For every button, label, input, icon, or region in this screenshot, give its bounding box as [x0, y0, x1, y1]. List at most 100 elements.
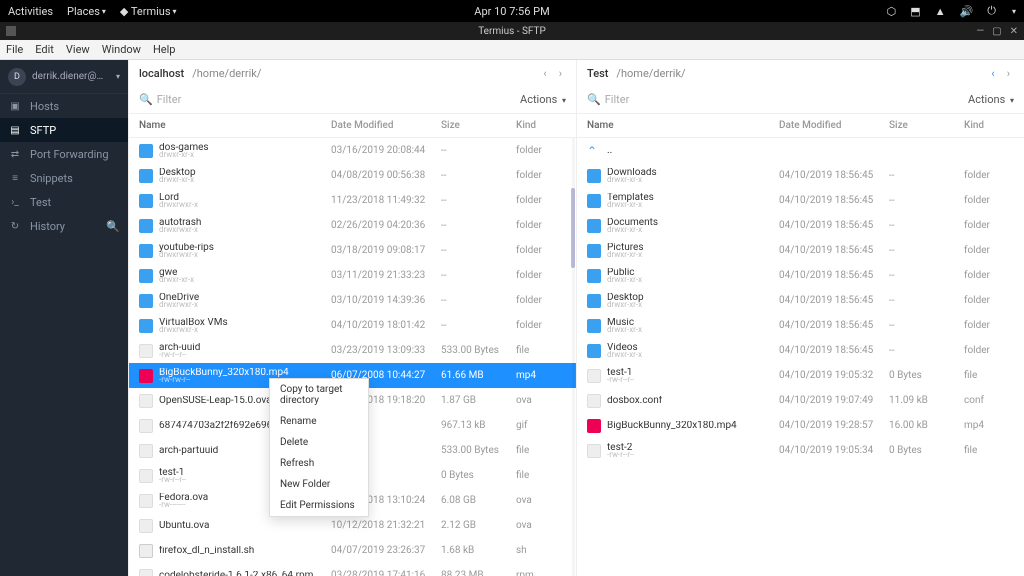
folder-icon — [587, 194, 601, 208]
window-title: Termius - SFTP — [478, 26, 546, 37]
table-row[interactable]: VirtualBox VMsdrwxrwxr-x04/10/2019 18:01… — [129, 313, 576, 338]
tray-volume-icon[interactable]: 🔊 — [960, 5, 974, 18]
window-maximize-button[interactable]: ▢ — [992, 26, 1001, 37]
left-file-list: dos-gamesdrwxr-xr-x03/16/2019 20:08:44--… — [129, 138, 576, 576]
menu-window[interactable]: Window — [102, 43, 141, 56]
clock[interactable]: Apr 10 7:56 PM — [474, 5, 549, 18]
ctx-edit-permissions[interactable]: Edit Permissions — [270, 495, 368, 516]
col-kind[interactable]: Kind — [964, 120, 1014, 131]
nav-forward-button[interactable]: › — [1003, 67, 1014, 80]
app-menu[interactable]: ◆ Termius▾ — [120, 5, 177, 18]
sidebar-item-test[interactable]: ›_Test — [0, 190, 128, 214]
file-size: 11.09 kB — [889, 395, 964, 406]
col-date[interactable]: Date Modified — [331, 120, 441, 131]
nav-back-button[interactable]: ‹ — [539, 67, 550, 80]
app-icon — [6, 26, 16, 36]
file-kind: rpm — [516, 570, 566, 576]
col-name[interactable]: Name — [139, 120, 331, 131]
table-row[interactable]: dos-gamesdrwxr-xr-x03/16/2019 20:08:44--… — [129, 138, 576, 163]
sidebar-item-history[interactable]: ↻History🔍 — [0, 214, 128, 238]
table-row[interactable]: Videosdrwxr-xr-x04/10/2019 18:56:45--fol… — [577, 338, 1024, 363]
table-row[interactable]: Picturesdrwxr-xr-x04/10/2019 18:56:45--f… — [577, 238, 1024, 263]
table-row[interactable]: Desktopdrwxr-xr-x04/08/2019 00:56:38--fo… — [129, 163, 576, 188]
col-size[interactable]: Size — [441, 120, 516, 131]
sidebar-item-sftp[interactable]: ▤SFTP — [0, 118, 128, 142]
left-pane: localhost /home/derrik/ ‹ › 🔍Filter Acti… — [128, 60, 576, 576]
sidebar-item-snippets[interactable]: ≡Snippets — [0, 166, 128, 190]
right-actions-menu[interactable]: Actions ▾ — [968, 93, 1014, 106]
table-row[interactable]: Publicdrwxr-xr-x04/10/2019 18:56:45--fol… — [577, 263, 1024, 288]
scrollbar-track[interactable] — [572, 138, 575, 576]
table-row[interactable]: BigBuckBunny_320x180.mp404/10/2019 19:28… — [577, 413, 1024, 438]
table-row[interactable]: gwedrwxr-xr-x03/11/2019 21:33:23--folder — [129, 263, 576, 288]
table-row[interactable]: Desktopdrwxr-xr-x04/10/2019 18:56:45--fo… — [577, 288, 1024, 313]
table-row[interactable]: dosbox.conf04/10/2019 19:07:4911.09 kBco… — [577, 388, 1024, 413]
activities-button[interactable]: Activities — [8, 5, 53, 18]
table-row[interactable]: OneDrivedrwxrwxr-x03/10/2019 14:39:36--f… — [129, 288, 576, 313]
file-kind: file — [964, 370, 1014, 381]
sidebar-item-port-forwarding[interactable]: ⇄Port Forwarding — [0, 142, 128, 166]
ctx-copy-to-target[interactable]: Copy to target directory — [270, 379, 368, 411]
tray-dropbox-icon[interactable]: ⬡ — [887, 5, 897, 18]
left-actions-menu[interactable]: Actions ▾ — [520, 93, 566, 106]
menu-help[interactable]: Help — [153, 43, 176, 56]
table-row[interactable]: Musicdrwxr-xr-x04/10/2019 18:56:45--fold… — [577, 313, 1024, 338]
ctx-refresh[interactable]: Refresh — [270, 453, 368, 474]
file-name: codelobsteride-1.6.1-2.x86_64.rpm — [159, 571, 313, 576]
file-size: -- — [889, 345, 964, 356]
table-row[interactable]: ⌃.. — [577, 138, 1024, 163]
places-menu[interactable]: Places▾ — [67, 5, 106, 18]
left-filter-input[interactable]: 🔍Filter — [139, 90, 512, 110]
tray-network-icon[interactable]: ▲ — [935, 5, 946, 18]
ctx-rename[interactable]: Rename — [270, 411, 368, 432]
col-date[interactable]: Date Modified — [779, 120, 889, 131]
menu-view[interactable]: View — [66, 43, 90, 56]
context-menu: Copy to target directory Rename Delete R… — [269, 378, 369, 517]
file-permissions: drwxr-xr-x — [159, 176, 196, 184]
menu-edit[interactable]: Edit — [35, 43, 54, 56]
left-path[interactable]: /home/derrik/ — [192, 67, 261, 80]
file-size: 533.00 Bytes — [441, 345, 516, 356]
table-row[interactable]: Downloadsdrwxr-xr-x04/10/2019 18:56:45--… — [577, 163, 1024, 188]
table-row[interactable]: firefox_dl_n_install.sh04/07/2019 23:26:… — [129, 538, 576, 563]
video-file-icon — [587, 419, 601, 433]
file-date: 04/10/2019 18:56:45 — [779, 320, 889, 331]
file-size: -- — [441, 320, 516, 331]
table-row[interactable]: Documentsdrwxr-xr-x04/10/2019 18:56:45--… — [577, 213, 1024, 238]
table-row[interactable]: autotrashdrwxrwxr-x02/26/2019 04:20:36--… — [129, 213, 576, 238]
col-size[interactable]: Size — [889, 120, 964, 131]
table-row[interactable]: Lorddrwxrwxr-x11/23/2018 11:49:32--folde… — [129, 188, 576, 213]
sidebar-item-hosts[interactable]: ▣Hosts — [0, 94, 128, 118]
table-row[interactable]: test-1-rw-r--r--04/10/2019 19:05:320 Byt… — [577, 363, 1024, 388]
window-minimize-button[interactable]: — — [976, 26, 984, 37]
tray-icon[interactable]: ⬒ — [910, 5, 920, 18]
file-size: 2.12 GB — [441, 520, 516, 531]
right-filter-input[interactable]: 🔍Filter — [587, 90, 960, 110]
scrollbar-thumb[interactable] — [571, 188, 575, 268]
file-kind: folder — [964, 220, 1014, 231]
tray-power-icon[interactable]: ⏻ — [987, 4, 996, 18]
right-host[interactable]: Test — [587, 67, 608, 80]
table-row[interactable]: test-2-rw-r--r--04/10/2019 19:05:340 Byt… — [577, 438, 1024, 463]
file-size: -- — [889, 320, 964, 331]
nav-back-button[interactable]: ‹ — [987, 67, 998, 80]
nav-forward-button[interactable]: › — [555, 67, 566, 80]
col-name[interactable]: Name — [587, 120, 779, 131]
snippets-icon: ≡ — [8, 171, 22, 185]
file-date: 04/10/2019 18:01:42 — [331, 320, 441, 331]
right-path[interactable]: /home/derrik/ — [616, 67, 685, 80]
file-permissions: drwxr-xr-x — [607, 301, 644, 309]
col-kind[interactable]: Kind — [516, 120, 566, 131]
table-row[interactable]: arch-uuid-rw-r--r--03/23/2019 13:09:3353… — [129, 338, 576, 363]
ctx-delete[interactable]: Delete — [270, 432, 368, 453]
menu-file[interactable]: File — [6, 43, 23, 56]
table-row[interactable]: Templatesdrwxr-xr-x04/10/2019 18:56:45--… — [577, 188, 1024, 213]
left-host[interactable]: localhost — [139, 67, 184, 80]
table-row[interactable]: youtube-ripsdrwxrwxr-x03/18/2019 09:08:1… — [129, 238, 576, 263]
ctx-new-folder[interactable]: New Folder — [270, 474, 368, 495]
search-icon[interactable]: 🔍 — [106, 220, 120, 233]
file-permissions: drwxr-xr-x — [159, 151, 209, 159]
table-row[interactable]: codelobsteride-1.6.1-2.x86_64.rpm03/28/2… — [129, 563, 576, 576]
window-close-button[interactable]: ✕ — [1010, 26, 1018, 37]
account-switcher[interactable]: D derrik.diener@gmail.com ▾ — [0, 60, 128, 94]
